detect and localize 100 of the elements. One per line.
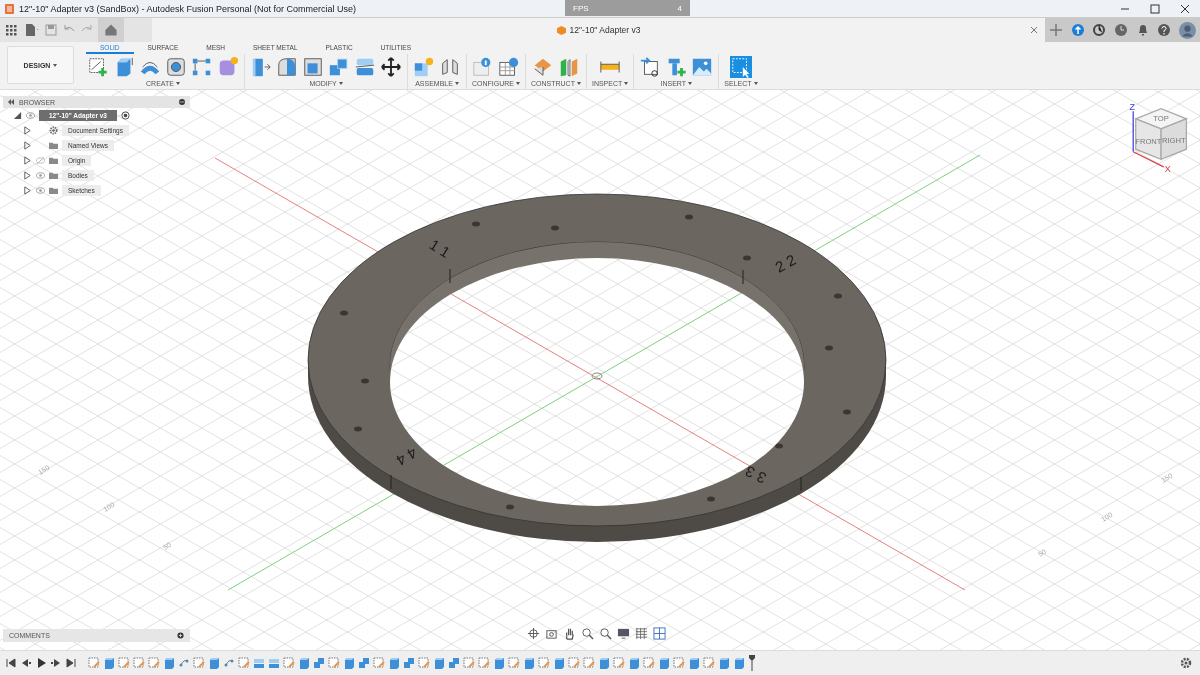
first-icon[interactable] (6, 658, 16, 668)
cube-icon[interactable] (163, 657, 175, 669)
cube-icon[interactable] (208, 657, 220, 669)
cubes-icon[interactable] (358, 657, 370, 669)
cube-icon[interactable] (733, 657, 745, 669)
grid-icon[interactable] (635, 627, 648, 640)
joint-icon[interactable] (439, 56, 461, 78)
home-tab[interactable] (98, 18, 124, 42)
table-icon[interactable] (498, 56, 520, 78)
next-icon[interactable] (51, 658, 61, 668)
expand-triangle-icon[interactable] (23, 141, 32, 150)
form-icon[interactable] (217, 56, 239, 78)
sketch-feature-icon[interactable] (508, 657, 520, 669)
fillet-icon[interactable] (276, 56, 298, 78)
settings-icon[interactable] (1180, 657, 1192, 669)
caret-icon (624, 82, 629, 85)
expand-triangle-icon[interactable] (23, 186, 32, 195)
cube-icon[interactable] (628, 657, 640, 669)
collapse-triangle-icon[interactable] (13, 111, 22, 120)
cube-icon[interactable] (598, 657, 610, 669)
play-icon[interactable] (36, 658, 46, 668)
sketch-feature-icon[interactable] (613, 657, 625, 669)
orbit-icon[interactable] (527, 627, 540, 640)
move-arrows-icon[interactable] (380, 56, 402, 78)
layers-icon[interactable] (268, 657, 280, 669)
pattern-icon[interactable] (191, 56, 213, 78)
sketch-feature-icon[interactable] (88, 657, 100, 669)
monitor-icon[interactable] (617, 627, 630, 640)
cube-icon[interactable] (523, 657, 535, 669)
expand-triangle-icon[interactable] (23, 171, 32, 180)
hole-icon[interactable] (165, 56, 187, 78)
cubes-icon[interactable] (403, 657, 415, 669)
sketch-feature-icon[interactable] (673, 657, 685, 669)
activate-radio-icon[interactable] (120, 111, 130, 120)
cube-icon[interactable] (493, 657, 505, 669)
pin-icon[interactable] (178, 98, 186, 106)
timeline-marker[interactable] (749, 655, 755, 671)
cube-icon[interactable] (388, 657, 400, 669)
cube-icon[interactable] (553, 657, 565, 669)
collapse-panel-icon[interactable] (7, 98, 15, 106)
document-tab[interactable]: 12"-10" Adapter v3 (556, 25, 641, 35)
sketch-feature-icon[interactable] (328, 657, 340, 669)
close-tab-icon[interactable] (1029, 25, 1039, 35)
cube-icon[interactable] (688, 657, 700, 669)
sketch-feature-icon[interactable] (643, 657, 655, 669)
cubes-icon[interactable] (448, 657, 460, 669)
dots-icon[interactable] (178, 657, 190, 669)
cube-icon[interactable] (103, 657, 115, 669)
sketch-feature-icon[interactable] (478, 657, 490, 669)
layers-icon[interactable] (253, 657, 265, 669)
cube-icon[interactable] (658, 657, 670, 669)
new-component-icon[interactable] (413, 56, 435, 78)
view-cube[interactable]: TOP FRONTRIGHT Z X (1118, 96, 1194, 172)
camera-icon[interactable] (545, 627, 558, 640)
image-icon[interactable] (691, 56, 714, 78)
eye-icon[interactable] (36, 186, 45, 195)
sketch-feature-icon[interactable] (373, 657, 385, 669)
sketch-icon[interactable] (87, 56, 109, 78)
sketch-feature-icon[interactable] (568, 657, 580, 669)
save-icon[interactable] (44, 23, 58, 37)
cube-icon[interactable] (343, 657, 355, 669)
cubes-icon[interactable] (328, 56, 350, 78)
select-icon[interactable] (729, 56, 752, 78)
upload-icon[interactable] (1070, 23, 1085, 37)
eye-icon[interactable] (26, 111, 35, 120)
sketch-feature-icon[interactable] (463, 657, 475, 669)
sketch-feature-icon[interactable] (133, 657, 145, 669)
search-icon[interactable] (599, 627, 612, 640)
plus-icon[interactable] (1048, 23, 1063, 37)
sketch-feature-icon[interactable] (583, 657, 595, 669)
clock-icon[interactable] (1113, 23, 1128, 37)
viewports-icon[interactable] (653, 627, 666, 640)
sketch-feature-icon[interactable] (703, 657, 715, 669)
expand-triangle-icon[interactable] (23, 126, 32, 135)
app-grid-icon[interactable] (4, 23, 18, 37)
sketch-feature-icon[interactable] (238, 657, 250, 669)
sketch-feature-icon[interactable] (418, 657, 430, 669)
shell-icon[interactable] (302, 56, 324, 78)
sketch-feature-icon[interactable] (118, 657, 130, 669)
presspull-icon[interactable] (250, 56, 272, 78)
cube-icon[interactable] (433, 657, 445, 669)
sketch-feature-icon[interactable] (193, 657, 205, 669)
cubes-icon[interactable] (313, 657, 325, 669)
refresh-icon[interactable] (1092, 23, 1107, 37)
hidden-eye-icon[interactable] (36, 156, 45, 165)
sketch-feature-icon[interactable] (538, 657, 550, 669)
avatar-icon[interactable] (1179, 21, 1197, 39)
add-icon[interactable] (177, 632, 184, 639)
cube-icon[interactable] (718, 657, 730, 669)
sketch-feature-icon[interactable] (283, 657, 295, 669)
eye-icon[interactable] (36, 171, 45, 180)
previous-icon[interactable] (21, 658, 31, 668)
help-icon[interactable] (1157, 23, 1172, 37)
sketch-feature-icon[interactable] (148, 657, 160, 669)
expand-triangle-icon[interactable] (23, 156, 32, 165)
zoom-icon[interactable] (581, 627, 594, 640)
dots-icon[interactable] (223, 657, 235, 669)
cube-icon[interactable] (298, 657, 310, 669)
hand-icon[interactable] (563, 627, 576, 640)
last-icon[interactable] (66, 658, 76, 668)
